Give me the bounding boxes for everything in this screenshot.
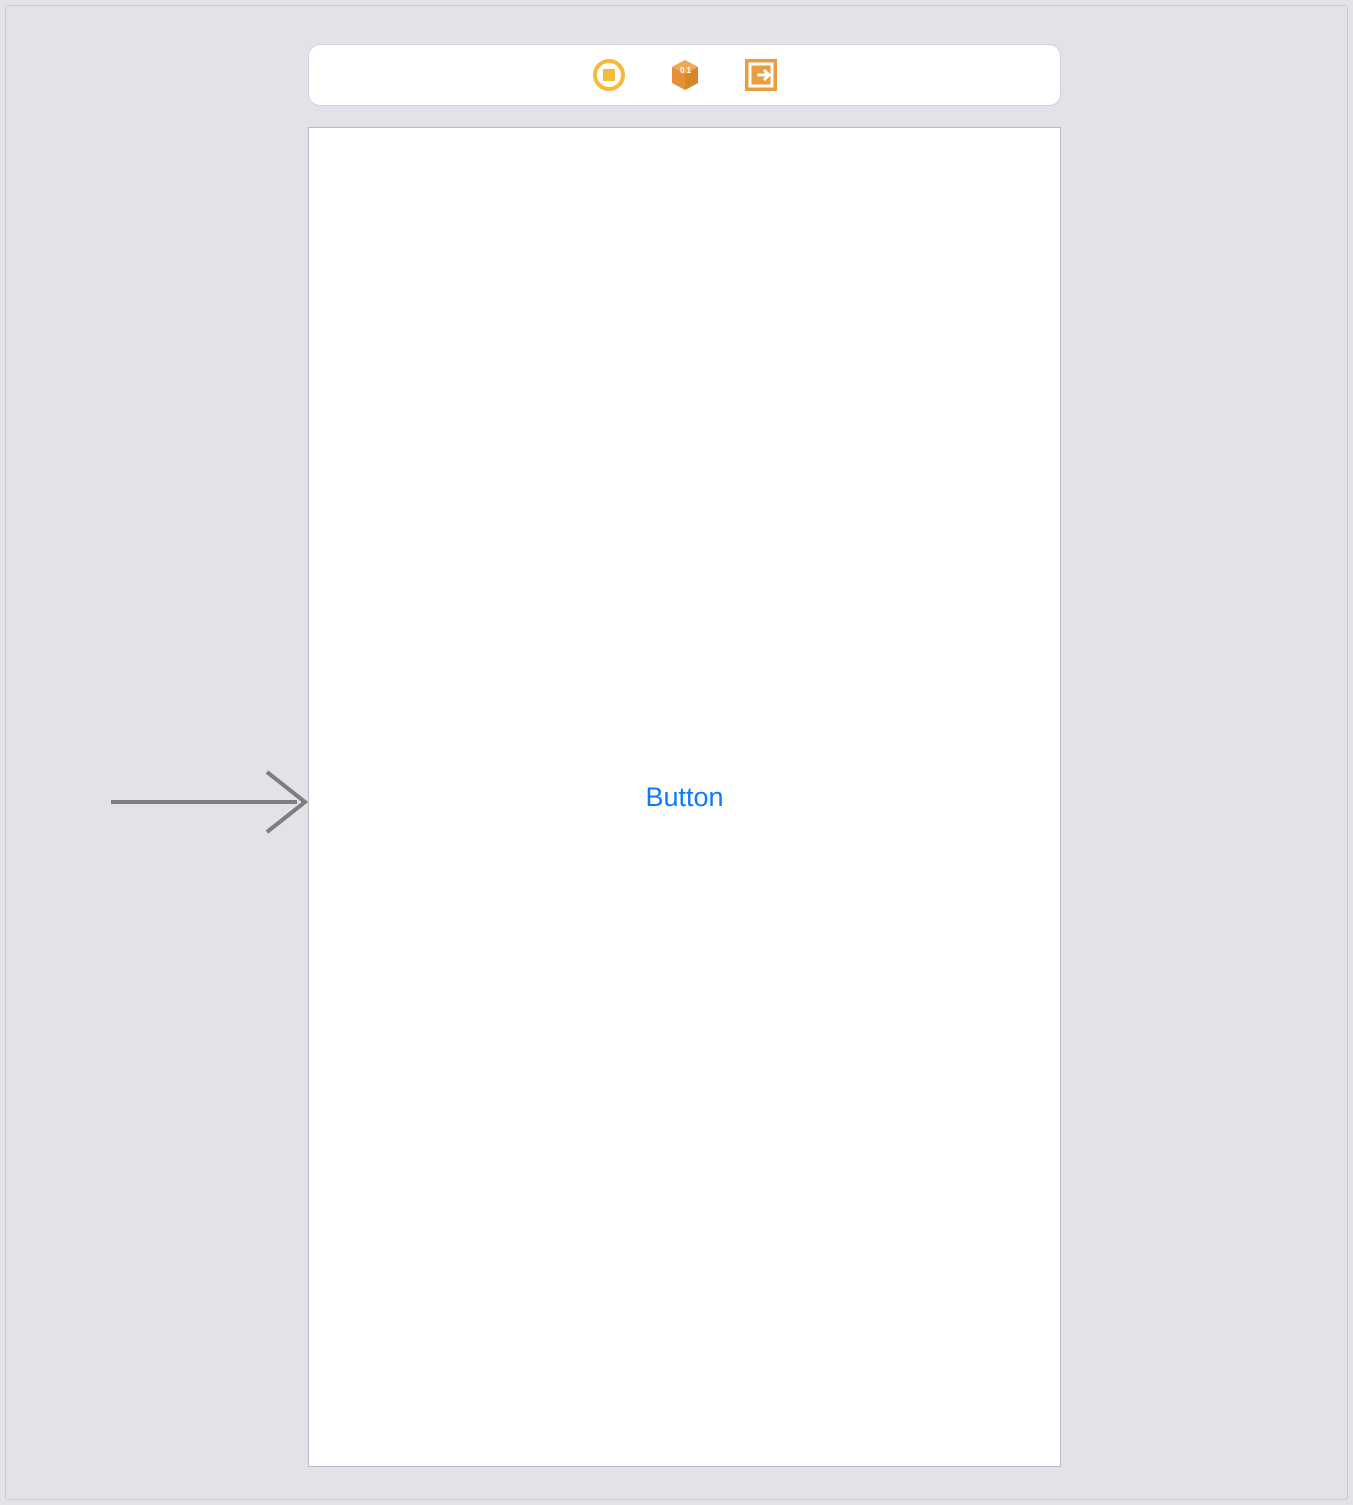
- toolbar: 0 1: [308, 44, 1061, 106]
- embed-icon[interactable]: [744, 58, 778, 92]
- annotation-arrow-icon: [111, 766, 309, 838]
- canvas-panel[interactable]: Button: [308, 127, 1061, 1467]
- box-icon[interactable]: 0 1: [668, 58, 702, 92]
- stop-icon[interactable]: [592, 58, 626, 92]
- svg-text:0 1: 0 1: [680, 66, 692, 75]
- editor-container: 0 1 Button: [5, 5, 1348, 1500]
- ui-button[interactable]: Button: [645, 782, 723, 813]
